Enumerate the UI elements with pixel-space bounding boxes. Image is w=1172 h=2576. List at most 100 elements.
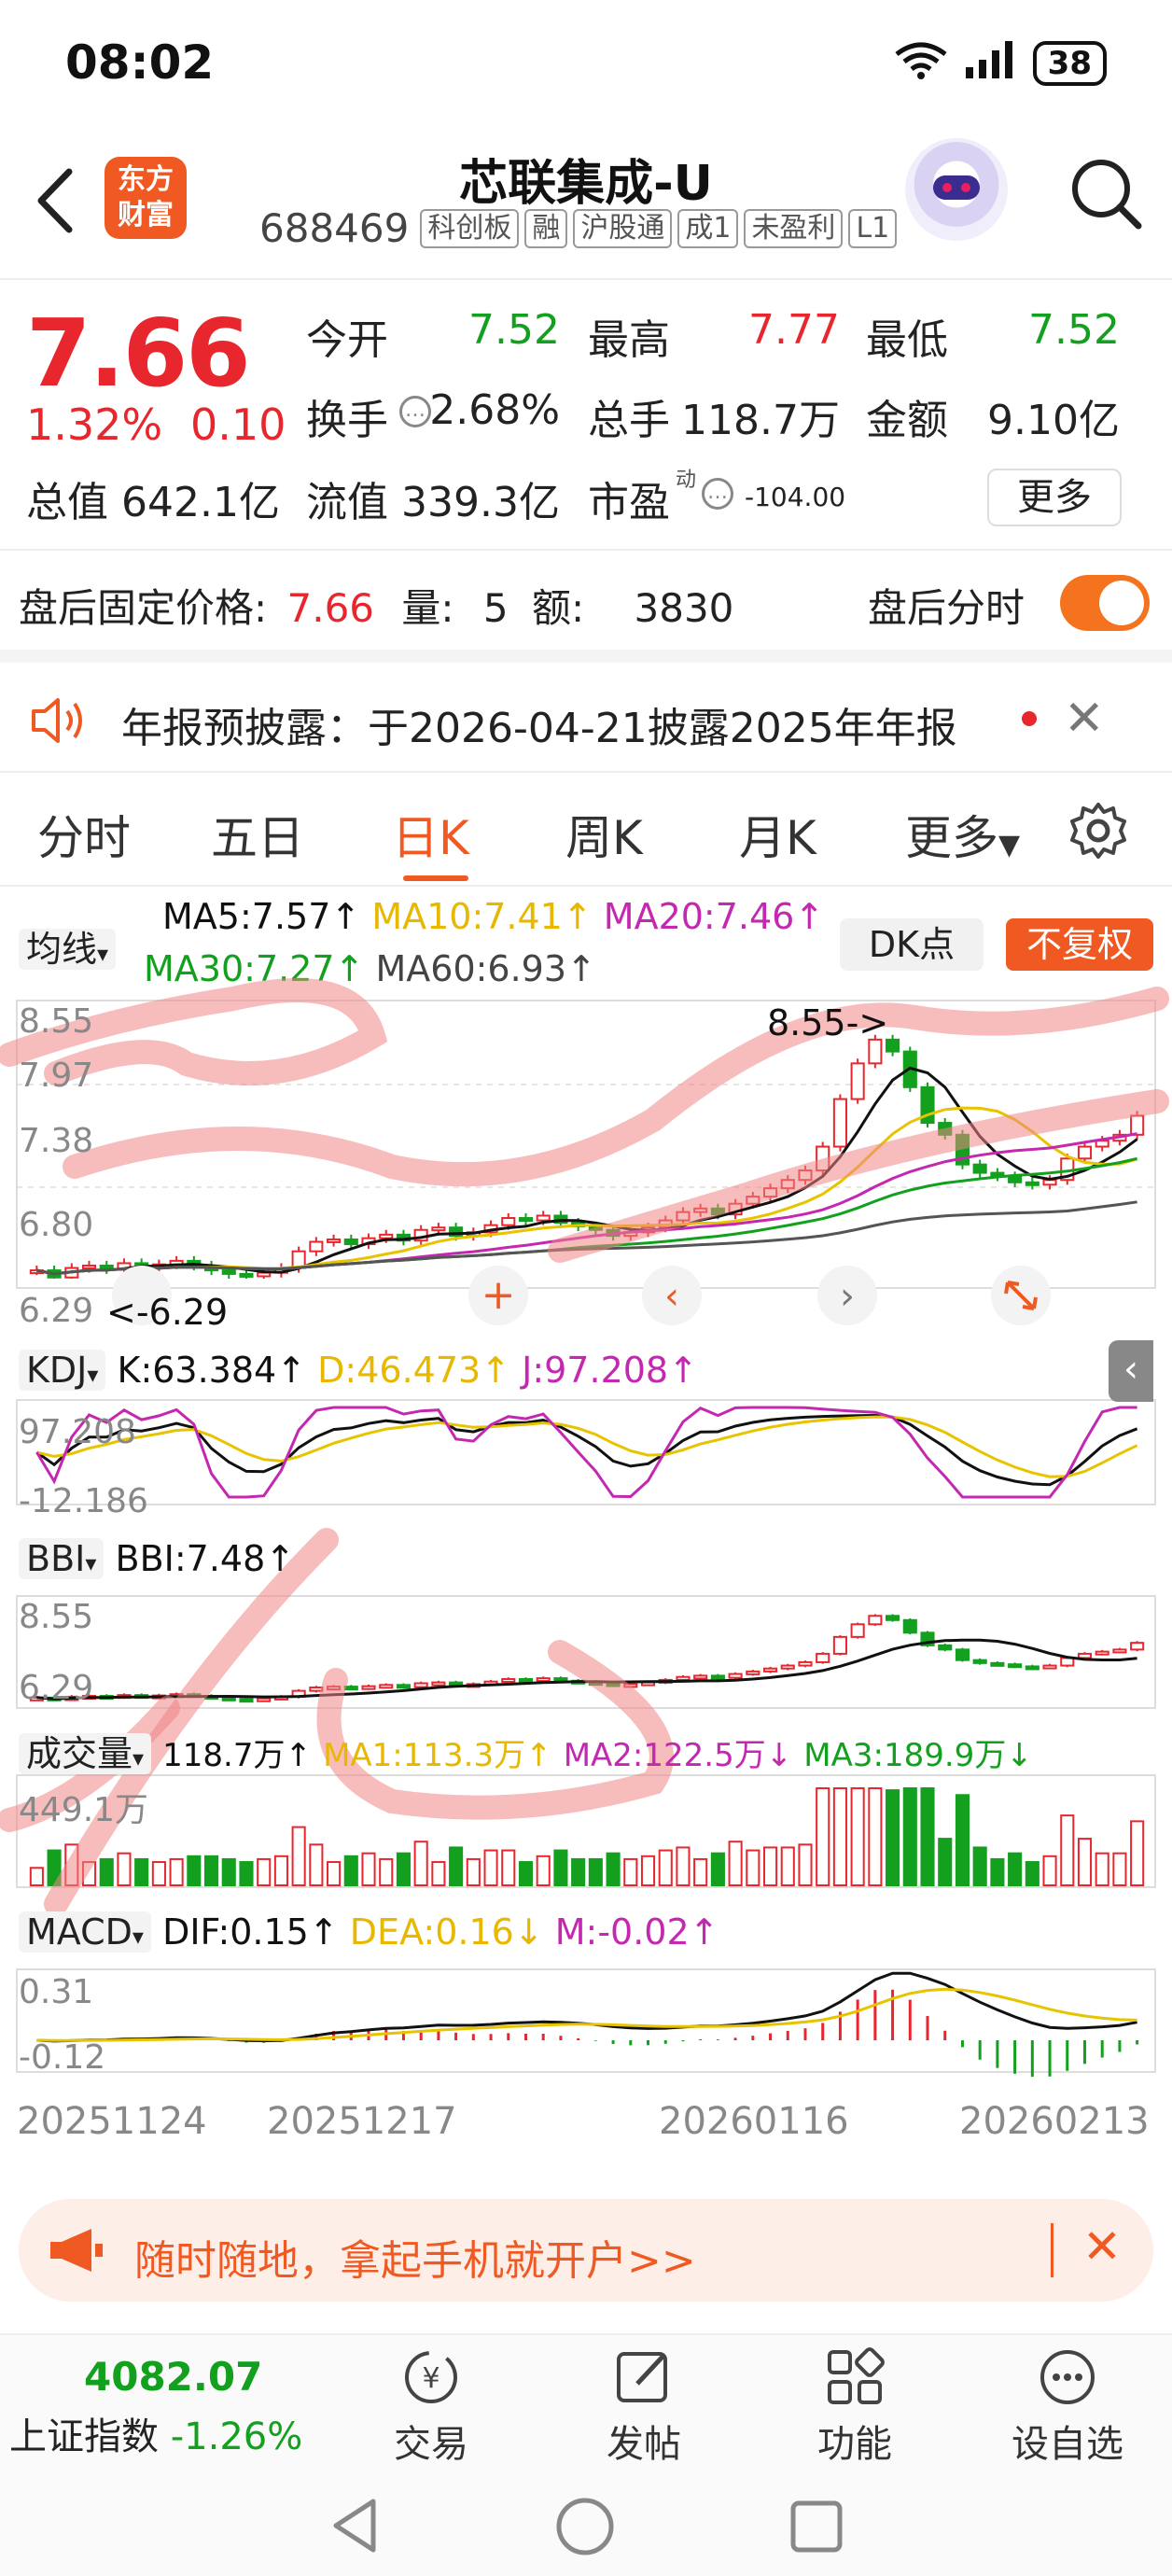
chart-settings-button[interactable]	[1068, 801, 1128, 861]
tab-five-day[interactable]: 五日	[211, 801, 304, 868]
pe-info-icon[interactable]: …	[702, 478, 733, 510]
volume-bar	[1025, 1861, 1039, 1887]
volume-bar	[327, 1861, 342, 1887]
tab-monthly-k[interactable]: 月K	[739, 801, 816, 868]
grid-icon	[828, 2347, 885, 2404]
nav-function[interactable]: 功能	[789, 2345, 920, 2468]
candle-body	[955, 1648, 970, 1661]
tag-connect: 沪股通	[573, 208, 673, 248]
volume-selector[interactable]: 成交量▾	[19, 1733, 152, 1774]
system-recents-icon[interactable]	[788, 2498, 845, 2555]
macd-panel-border	[16, 1968, 1156, 2073]
kdj-lines	[35, 1406, 1138, 1499]
system-home-icon[interactable]	[554, 2496, 616, 2557]
float-label: 流值	[306, 479, 388, 526]
nav-trade-label: 交易	[394, 2423, 468, 2466]
volume-bar	[309, 1843, 324, 1886]
kline-axis-bottom: 6.29	[19, 1292, 94, 1330]
volume-bar	[798, 1843, 813, 1886]
macd-selector[interactable]: MACD▾	[19, 1911, 151, 1953]
volume-bar	[257, 1857, 272, 1887]
macd-dea: DEA:0.16↓	[349, 1911, 544, 1953]
side-panel-toggle[interactable]: ‹	[1109, 1340, 1153, 1402]
candle-body	[379, 1684, 394, 1689]
bbi-legend: BBI▾ BBI:7.48↑	[19, 1538, 295, 1579]
search-button[interactable]	[1064, 151, 1148, 235]
volume-bar	[203, 1855, 219, 1887]
candle-body	[728, 1673, 743, 1679]
volume-bar	[379, 1857, 394, 1887]
nav-post[interactable]: 发帖	[579, 2345, 709, 2468]
candle-body	[762, 1667, 778, 1673]
caret-down-icon: ▾	[87, 1362, 99, 1388]
date-label-2: 20251217	[267, 2100, 457, 2143]
volume-bar	[850, 1787, 865, 1886]
bbi-selector[interactable]: BBI▾	[19, 1538, 105, 1579]
system-navigation-bar	[0, 2473, 1172, 2576]
candle-body	[746, 1670, 760, 1675]
index-name-row: 上证指数 -1.26%	[9, 2406, 302, 2460]
notice-close-button[interactable]: ✕	[1064, 691, 1105, 747]
volume-bar	[868, 1787, 883, 1886]
tab-intraday[interactable]: 分时	[37, 801, 131, 868]
more-button[interactable]: 更多	[987, 469, 1122, 526]
stock-header: 东方 财富 芯联集成-U 688469 科创板 融 沪股通 成1 未盈利 L1	[0, 131, 1172, 280]
candle-body	[413, 1682, 428, 1688]
volume-bar	[710, 1852, 725, 1887]
notice-bar[interactable]: 年报预披露：于2026-04-21披露2025年年报 ✕	[0, 670, 1172, 773]
candle-body	[1008, 1175, 1023, 1183]
promo-close-button[interactable]: ✕	[1082, 2219, 1122, 2274]
volume-bar	[938, 1838, 953, 1887]
chevron-left-icon: ‹	[664, 1275, 679, 1318]
volume-bar	[29, 1867, 44, 1887]
after-hours-toggle-label: 盘后分时	[868, 585, 1026, 631]
robot-assistant-avatar[interactable]	[905, 138, 1008, 241]
volume-bar	[902, 1787, 917, 1886]
candle-body	[327, 1238, 342, 1243]
high-label: 最高	[588, 316, 670, 364]
tab-daily-k[interactable]: 日K	[392, 801, 469, 868]
volume-bar	[343, 1855, 358, 1887]
info-icon[interactable]: …	[399, 396, 431, 427]
kline-axis-4: 6.80	[19, 1206, 94, 1244]
plus-icon: +	[481, 1271, 516, 1319]
volume-bar	[1042, 1855, 1057, 1887]
caret-down-icon: ▼	[998, 829, 1021, 861]
volume-bar	[291, 1826, 306, 1886]
volume-bar	[832, 1787, 847, 1886]
volume-bar	[1077, 1838, 1093, 1887]
volume-bar	[588, 1857, 603, 1887]
volume-bar	[536, 1855, 551, 1887]
nav-trade[interactable]: ¥ 交易	[366, 2345, 496, 2468]
caret-down-icon: ▾	[132, 1924, 144, 1950]
stock-code: 688469	[259, 205, 410, 251]
open-account-banner[interactable]: 随时随地，拿起手机就开户>> ✕	[19, 2199, 1153, 2302]
after-hours-toggle[interactable]	[1060, 575, 1150, 631]
candle-body	[81, 1264, 97, 1269]
tab-weekly-k[interactable]: 周K	[565, 801, 643, 868]
tab-more[interactable]: 更多▼	[905, 801, 1020, 868]
index-change: -1.26%	[170, 2415, 303, 2458]
edit-icon	[617, 2352, 667, 2402]
candle-body	[239, 1698, 254, 1703]
kdj-selector[interactable]: KDJ▾	[19, 1350, 106, 1391]
macd-lines	[36, 1971, 1139, 2078]
nav-add-watchlist[interactable]: 设自选	[1002, 2345, 1133, 2468]
candle-body	[676, 1675, 691, 1681]
after-hours-amt: 3830	[634, 585, 734, 631]
candle-body	[221, 1269, 236, 1275]
macd-legend: MACD▾ DIF:0.15↑ DEA:0.16↓ M:-0.02↑	[19, 1911, 719, 1953]
speaker-icon	[28, 691, 88, 754]
volume-bar	[746, 1849, 760, 1887]
candle-body	[816, 1652, 830, 1663]
volume-bar	[413, 1841, 428, 1887]
candle-body	[553, 1677, 568, 1683]
megaphone-icon	[47, 2225, 106, 2279]
volume-bar	[553, 1849, 568, 1887]
search-icon	[1072, 160, 1142, 230]
high-value: 7.77	[748, 306, 840, 354]
volume-bar	[955, 1794, 970, 1887]
candle-body	[1025, 1665, 1039, 1671]
kline-chart-area[interactable]: + ‹ ›	[0, 887, 1172, 2175]
system-back-icon[interactable]	[327, 2496, 383, 2555]
